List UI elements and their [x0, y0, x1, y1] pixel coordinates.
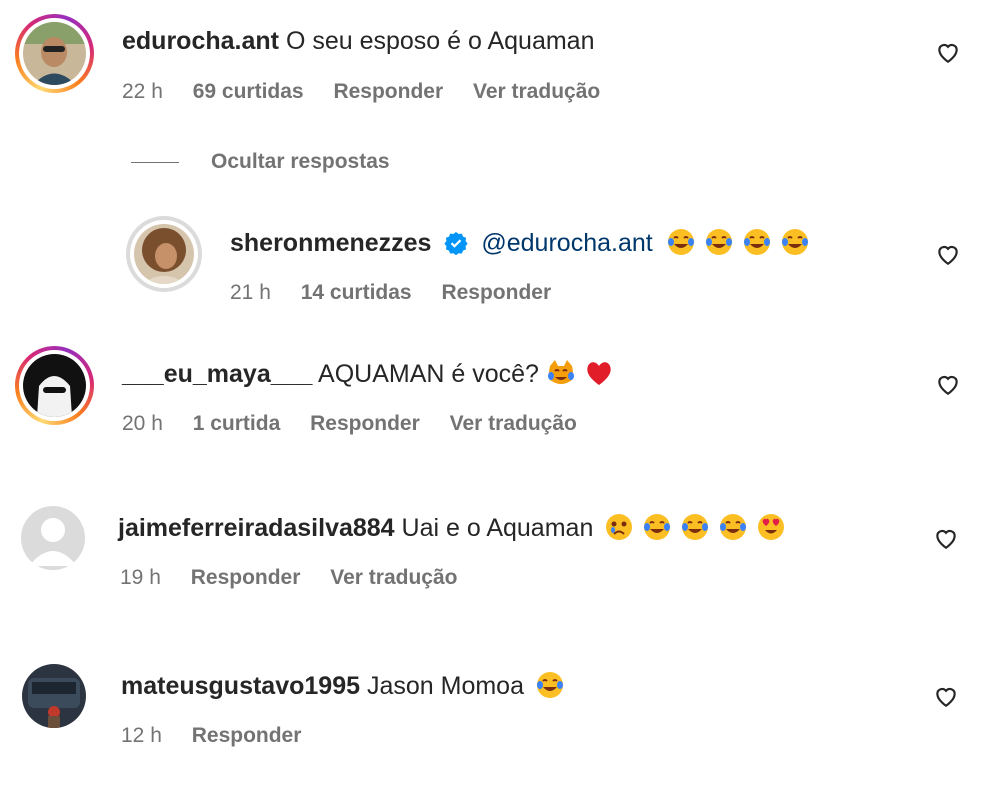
- story-ring[interactable]: [15, 14, 94, 93]
- likes-count[interactable]: 69 curtidas: [193, 80, 304, 103]
- translate-button[interactable]: Ver tradução: [450, 412, 577, 435]
- emoji-group: [546, 360, 622, 388]
- emoji-group: [604, 514, 794, 542]
- emoji-group: [535, 672, 573, 700]
- comment-edurocha: edurocha.ant O seu esposo é o Aquaman 22…: [0, 0, 984, 120]
- comment-text: Uai e o Aquaman: [401, 514, 594, 542]
- likes-count[interactable]: 1 curtida: [193, 412, 281, 435]
- avatar-ring[interactable]: [126, 216, 202, 292]
- heart-outline-icon[interactable]: [935, 241, 961, 267]
- tears-of-joy-emoji-icon: [743, 229, 770, 255]
- comment-time[interactable]: 19 h: [120, 566, 161, 589]
- reply-button[interactable]: Responder: [192, 724, 302, 747]
- emoji-group: [666, 229, 818, 257]
- comment-text: AQUAMAN é você?: [318, 360, 539, 388]
- reply-button[interactable]: Responder: [441, 281, 551, 304]
- reply-button[interactable]: Responder: [191, 566, 301, 589]
- heart-outline-icon[interactable]: [933, 683, 959, 709]
- comment-text: O seu esposo é o Aquaman: [285, 27, 595, 55]
- tears-of-joy-emoji-icon: [536, 672, 563, 698]
- reply-button[interactable]: Responder: [310, 412, 420, 435]
- crying-face-emoji-icon: [606, 514, 633, 540]
- tears-of-joy-emoji-icon: [781, 229, 808, 255]
- comment-sheronmenezzes: sheronmenezzes @edurocha.ant 21 h 14 cur…: [0, 200, 984, 310]
- red-heart-emoji-icon: [587, 362, 611, 385]
- divider: [131, 161, 179, 163]
- avatar: [23, 354, 86, 417]
- username[interactable]: sheronmenezzes: [230, 229, 431, 257]
- username[interactable]: jaimeferreiradasilva884: [118, 514, 395, 542]
- comment-time[interactable]: 20 h: [122, 412, 163, 435]
- tears-of-joy-emoji-icon: [667, 229, 694, 255]
- comment-mateusgustavo: mateusgustavo1995 Jason Momoa 12 h Respo…: [0, 650, 984, 760]
- tears-of-joy-emoji-icon: [705, 229, 732, 255]
- heart-eyes-emoji-icon: [758, 514, 785, 540]
- story-ring[interactable]: [15, 346, 94, 425]
- mention-link[interactable]: @edurocha.ant: [481, 229, 652, 257]
- avatar[interactable]: [22, 664, 86, 728]
- tears-of-joy-emoji-icon: [644, 514, 671, 540]
- avatar-default[interactable]: [21, 506, 85, 570]
- likes-count[interactable]: 14 curtidas: [301, 281, 412, 304]
- username[interactable]: edurocha.ant: [122, 27, 279, 55]
- heart-outline-icon[interactable]: [935, 39, 961, 65]
- reply-button[interactable]: Responder: [333, 80, 443, 103]
- cat-crying-emoji-icon: [547, 360, 574, 384]
- default-user-icon: [29, 518, 77, 566]
- avatar-photo: [22, 664, 86, 728]
- tears-of-joy-emoji-icon: [720, 514, 747, 540]
- comment-text: Jason Momoa: [366, 672, 524, 700]
- comment-eu-maya: ___eu_maya___ AQUAMAN é você? 20 h 1 cur…: [0, 330, 984, 450]
- tears-of-joy-emoji-icon: [682, 514, 709, 540]
- translate-button[interactable]: Ver tradução: [330, 566, 457, 589]
- heart-outline-icon[interactable]: [935, 371, 961, 397]
- username[interactable]: mateusgustavo1995: [121, 672, 360, 700]
- comment-time[interactable]: 22 h: [122, 80, 163, 103]
- avatar: [23, 22, 86, 85]
- username[interactable]: ___eu_maya___: [122, 360, 312, 388]
- verified-badge-icon: [444, 232, 469, 255]
- comment-time[interactable]: 12 h: [121, 724, 162, 747]
- avatar: [134, 224, 194, 284]
- comment-jaimeferreiradasilva: jaimeferreiradasilva884 Uai e o Aquaman …: [0, 490, 984, 600]
- heart-outline-icon[interactable]: [933, 525, 959, 551]
- comment-time[interactable]: 21 h: [230, 281, 271, 304]
- hide-replies-label: Ocultar respostas: [211, 150, 390, 173]
- hide-replies-button[interactable]: Ocultar respostas: [131, 148, 390, 176]
- translate-button[interactable]: Ver tradução: [473, 80, 600, 103]
